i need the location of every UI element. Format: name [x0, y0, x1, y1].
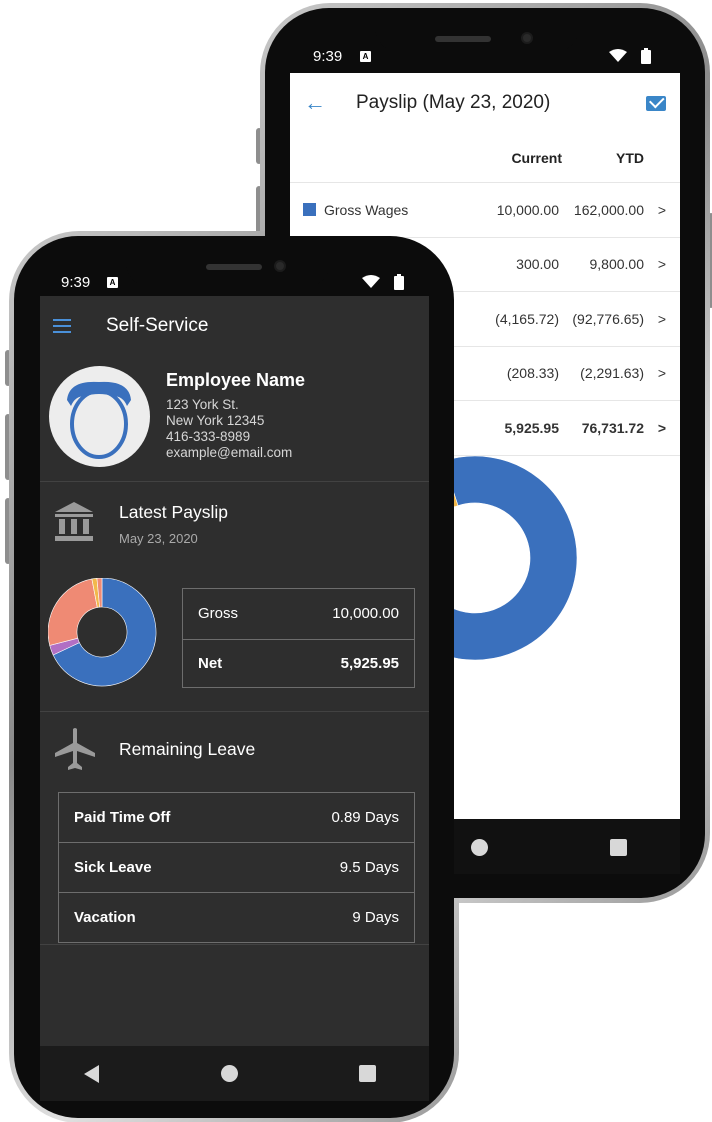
table-header: Current YTD	[290, 133, 680, 183]
back-arrow-icon[interactable]: ←	[304, 90, 356, 116]
remaining-leave-header[interactable]: Remaining Leave	[40, 712, 429, 792]
leave-row[interactable]: Sick Leave 9.5 Days	[59, 843, 414, 893]
donut-slice	[48, 578, 98, 646]
employee-profile[interactable]: Employee Name 123 York St. New York 1234…	[40, 356, 429, 482]
remaining-leave-title: Remaining Leave	[119, 739, 256, 759]
employee-name: Employee Name	[166, 370, 306, 390]
latest-payslip-date: May 23, 2020	[119, 531, 198, 546]
leave-balance: 9.5 Days	[339, 859, 399, 876]
ytd-value: 76,731.72	[581, 419, 644, 436]
chevron-icon: >	[657, 365, 666, 382]
leave-type: Paid Time Off	[74, 809, 171, 826]
current-value: 300.00	[516, 256, 559, 273]
page-title: Self-Service	[106, 315, 209, 336]
gross-label: Gross	[198, 605, 239, 623]
ytd-value: (2,291.63)	[580, 365, 644, 382]
latest-payslip-header[interactable]: Latest Payslip May 23, 2020	[40, 482, 429, 562]
employee-phone: 416-333-8989	[166, 429, 251, 444]
status-a-badge: A	[360, 51, 371, 62]
chevron-icon: >	[657, 201, 666, 218]
ytd-value: 9,800.00	[589, 256, 645, 273]
square-icon[interactable]	[610, 839, 627, 856]
leave-row[interactable]: Paid Time Off 0.89 Days	[59, 793, 414, 843]
back-triangle-icon[interactable]	[83, 1064, 101, 1084]
net-value: 5,925.95	[340, 655, 399, 673]
leave-type: Sick Leave	[74, 859, 152, 876]
current-value: (4,165.72)	[495, 310, 559, 327]
notch	[375, 8, 579, 53]
battery-icon	[641, 48, 651, 64]
current-value: (208.33)	[506, 365, 559, 382]
legend-swatch	[303, 203, 316, 217]
square-icon[interactable]	[359, 1065, 376, 1082]
employee-email: example@email.com	[166, 445, 293, 460]
chevron-icon: >	[657, 310, 666, 327]
page-title: Payslip (May 23, 2020)	[356, 92, 551, 113]
circle-icon[interactable]	[471, 839, 488, 856]
email-icon[interactable]	[646, 95, 666, 111]
battery-icon	[394, 274, 404, 290]
divider	[40, 944, 429, 945]
table-row[interactable]: Gross Wages 10,000.00 162,000.00 >	[290, 183, 680, 238]
gross-value: 10,000.00	[332, 605, 399, 623]
column-current: Current	[511, 149, 562, 166]
chevron-icon: >	[657, 419, 666, 436]
payslip-donut-chart	[48, 578, 157, 687]
self-service-screen: Self-Service Employee Name 123 York St. …	[40, 296, 429, 1046]
payslip-summary-table[interactable]: Gross 10,000.00 Net 5,925.95	[182, 588, 415, 688]
leave-type: Vacation	[74, 909, 136, 926]
avatar	[49, 366, 150, 467]
leave-balance: 9 Days	[352, 909, 399, 926]
current-value: 5,925.95	[504, 419, 560, 436]
status-a-badge: A	[107, 277, 118, 288]
status-time: 9:39	[313, 48, 343, 65]
leave-table: Paid Time Off 0.89 Days Sick Leave 9.5 Days…	[58, 792, 415, 943]
ytd-value: 162,000.00	[573, 201, 644, 218]
bank-icon	[55, 502, 93, 541]
wifi-icon	[609, 49, 627, 62]
employee-address-line2: New York 12345	[166, 413, 265, 428]
app-bar: Self-Service	[40, 296, 429, 356]
net-label: Net	[198, 655, 223, 673]
net-row: Net 5,925.95	[183, 638, 414, 689]
circle-icon[interactable]	[221, 1065, 238, 1082]
ytd-value: (92,776.65)	[572, 310, 644, 327]
gross-row: Gross 10,000.00	[183, 589, 414, 639]
row-label: Gross Wages	[324, 201, 409, 218]
airplane-icon	[55, 728, 95, 770]
front-phone-frame: 9:39 A Self-Service Employee Name 123 Yo…	[5, 231, 463, 1122]
employee-address-line1: 123 York St.	[166, 397, 239, 412]
leave-row[interactable]: Vacation 9 Days	[59, 893, 414, 943]
app-bar: ← Payslip (May 23, 2020)	[290, 73, 680, 133]
current-value: 10,000.00	[496, 201, 559, 218]
menu-icon[interactable]	[53, 319, 71, 333]
leave-balance: 0.89 Days	[331, 809, 399, 826]
status-icons	[362, 274, 404, 290]
navigation-bar	[40, 1046, 429, 1101]
status-icons	[609, 48, 651, 64]
wifi-icon	[362, 275, 380, 288]
column-ytd: YTD	[616, 149, 644, 166]
status-time: 9:39	[61, 274, 91, 291]
avatar-icon	[67, 381, 131, 459]
latest-payslip-title: Latest Payslip	[119, 502, 228, 522]
notch	[126, 236, 330, 288]
chevron-icon: >	[657, 256, 666, 273]
